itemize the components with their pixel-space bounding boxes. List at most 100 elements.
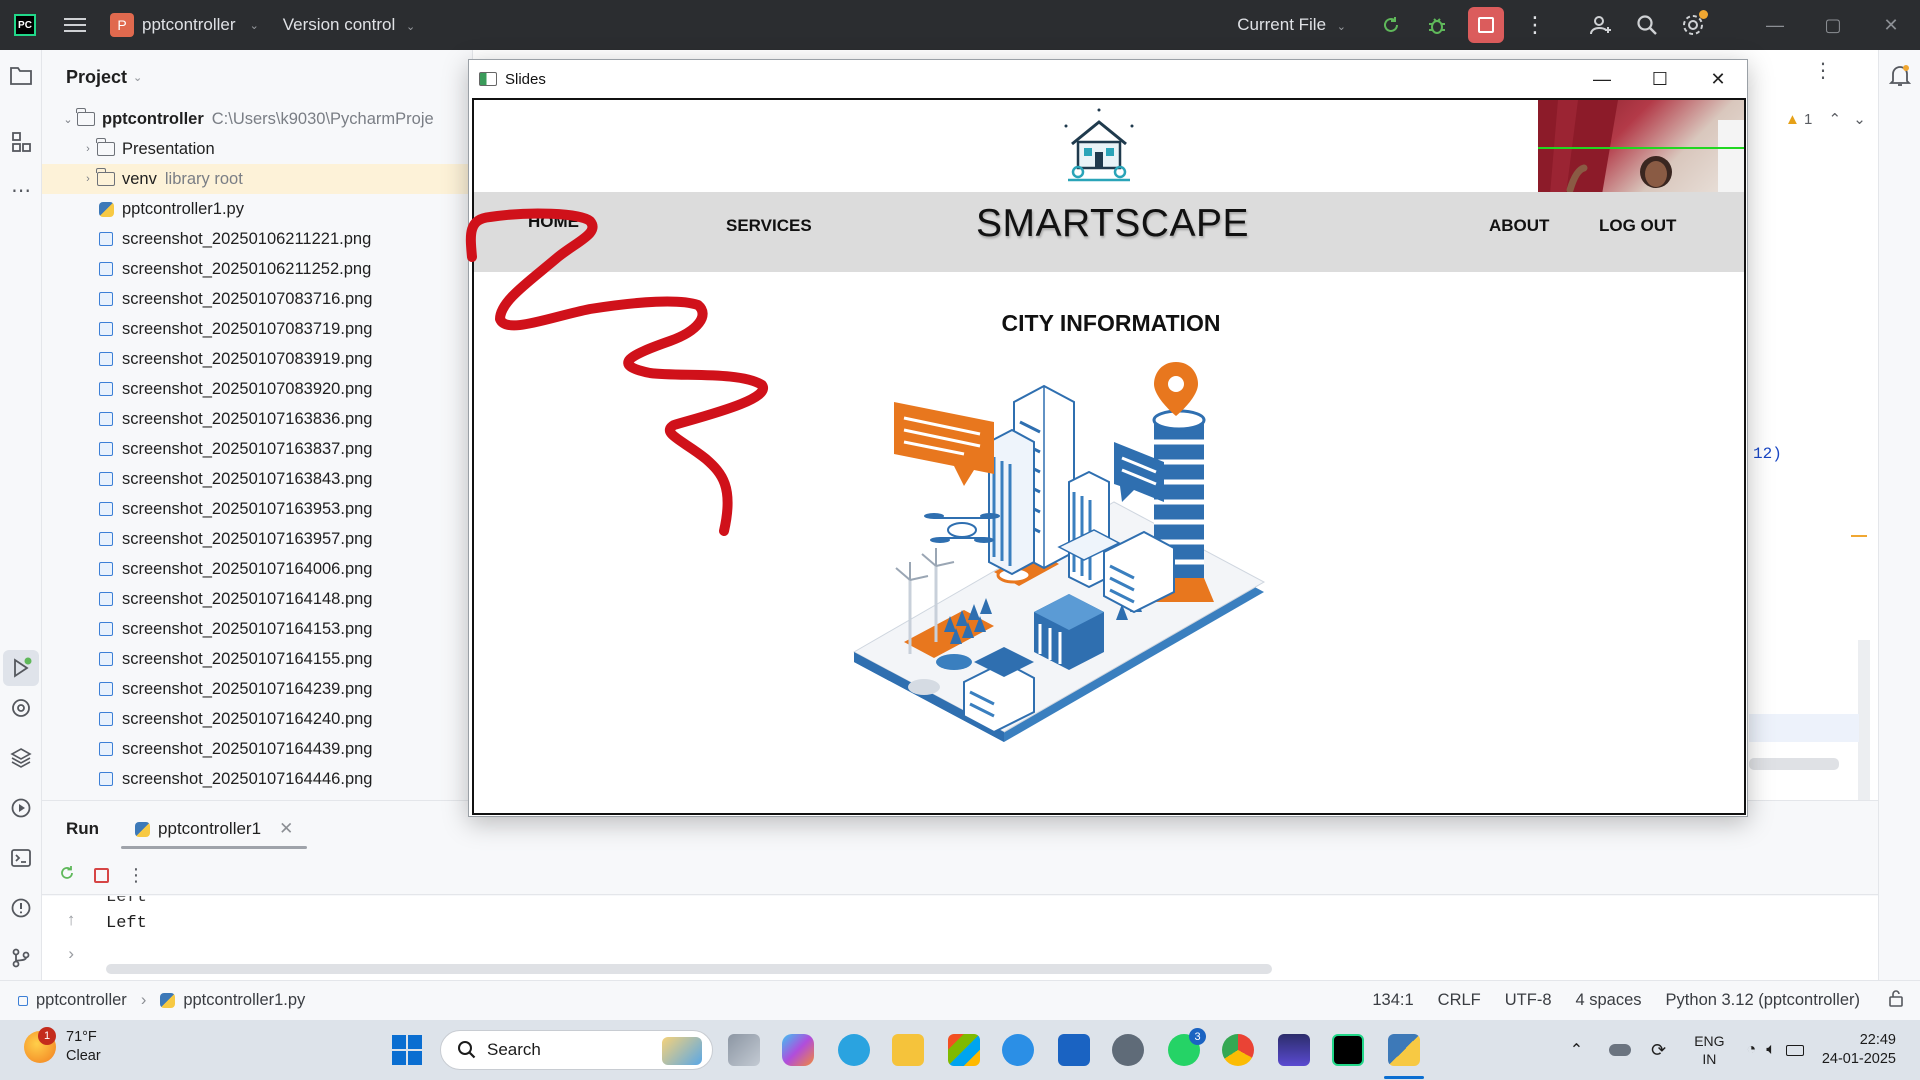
tree-item[interactable]: screenshot_20250107164153.png: [42, 614, 472, 644]
whatsapp-icon[interactable]: 3: [1168, 1028, 1206, 1066]
tree-item[interactable]: screenshot_20250107164155.png: [42, 644, 472, 674]
notifications-bell-icon[interactable]: [1888, 64, 1912, 88]
line-ending[interactable]: CRLF: [1438, 991, 1481, 1010]
tree-item[interactable]: screenshot_20250107083920.png: [42, 374, 472, 404]
slides-minimize-button[interactable]: —: [1573, 60, 1631, 98]
chevron-up-icon[interactable]: ⌃: [1570, 1040, 1583, 1060]
git-branch-icon[interactable]: [9, 946, 33, 970]
more-actions-icon[interactable]: ⋮: [127, 865, 145, 886]
file-encoding[interactable]: UTF-8: [1505, 991, 1552, 1010]
python-app-icon[interactable]: [1388, 1034, 1420, 1066]
editor-hscroll[interactable]: [1749, 758, 1839, 770]
settings-gear-icon[interactable]: [1680, 10, 1708, 38]
wifi-icon[interactable]: ◔: [1747, 1041, 1757, 1059]
tree-item[interactable]: screenshot_20250107164239.png: [42, 674, 472, 704]
editor-more-icon[interactable]: ⋮: [1813, 58, 1833, 83]
stop-icon[interactable]: [94, 868, 109, 883]
tree-item[interactable]: screenshot_20250107083719.png: [42, 314, 472, 344]
chevron-right-icon[interactable]: ›: [66, 946, 76, 965]
copilot-icon[interactable]: [782, 1034, 814, 1066]
tree-item[interactable]: screenshot_20250106211221.png: [42, 224, 472, 254]
more-tools-icon[interactable]: ⋯: [9, 178, 33, 202]
battery-icon[interactable]: [1785, 1044, 1804, 1056]
more-actions-icon[interactable]: ⋮: [1522, 12, 1548, 38]
run-tool-icon[interactable]: [3, 650, 39, 686]
file-explorer-icon[interactable]: [892, 1034, 924, 1066]
python-packages-icon[interactable]: [9, 746, 33, 770]
weather-widget[interactable]: 1 71°F Clear: [24, 1027, 101, 1066]
pycharm-taskbar-icon[interactable]: [1332, 1034, 1364, 1066]
minimize-button[interactable]: —: [1746, 15, 1804, 36]
system-clock[interactable]: 22:49 24-01-2025: [1822, 1031, 1896, 1069]
slides-titlebar[interactable]: Slides: [469, 60, 1747, 98]
start-button[interactable]: [392, 1035, 422, 1065]
nav-logout[interactable]: LOG OUT: [1599, 216, 1676, 236]
project-panel-header[interactable]: Project ⌄: [42, 50, 472, 104]
tree-item[interactable]: pptcontroller1.py: [42, 194, 472, 224]
tree-item[interactable]: screenshot_20250107164148.png: [42, 584, 472, 614]
close-button[interactable]: ✕: [1862, 15, 1920, 36]
slides-close-button[interactable]: ✕: [1689, 60, 1747, 98]
python-console-icon[interactable]: [9, 696, 33, 720]
settings-app-icon[interactable]: [1112, 1034, 1144, 1066]
chrome-icon[interactable]: [1222, 1034, 1254, 1066]
run-config-selector[interactable]: Current File ⌄: [1237, 15, 1346, 35]
main-menu-icon[interactable]: [64, 14, 86, 36]
tree-root[interactable]: ⌄ pptcontroller C:\Users\k9030\PycharmPr…: [42, 104, 472, 134]
tree-item[interactable]: screenshot_20250107083716.png: [42, 284, 472, 314]
lock-icon[interactable]: [1888, 989, 1904, 1012]
search-icon[interactable]: [1634, 12, 1660, 38]
onedrive-icon[interactable]: [1609, 1044, 1632, 1056]
tree-item[interactable]: screenshot_20250107164439.png: [42, 734, 472, 764]
console-hscroll[interactable]: [106, 964, 1272, 974]
inspection-warning[interactable]: ▲ 1 ⌃ ⌄: [1785, 110, 1866, 128]
version-control-menu[interactable]: Version control ⌄: [283, 15, 415, 35]
tree-item[interactable]: screenshot_20250107163957.png: [42, 524, 472, 554]
tree-item[interactable]: screenshot_20250107163843.png: [42, 464, 472, 494]
debug-icon[interactable]: [1424, 12, 1450, 38]
run-console[interactable]: Left Left ↑ ›: [42, 896, 1878, 981]
tree-item[interactable]: › Presentation: [42, 134, 472, 164]
tree-item[interactable]: screenshot_20250106211252.png: [42, 254, 472, 284]
maximize-button[interactable]: ▢: [1804, 15, 1862, 36]
chevron-up-icon[interactable]: ⌃: [1829, 111, 1842, 128]
add-user-icon[interactable]: [1588, 12, 1614, 38]
tree-item[interactable]: screenshot_20250107163953.png: [42, 494, 472, 524]
indent-setting[interactable]: 4 spaces: [1576, 991, 1642, 1010]
python-interpreter[interactable]: Python 3.12 (pptcontroller): [1666, 991, 1860, 1010]
volume-icon[interactable]: 🔈︎: [1766, 1041, 1776, 1059]
sync-icon[interactable]: ⟳: [1651, 1040, 1666, 1061]
nav-about[interactable]: ABOUT: [1489, 216, 1549, 236]
tree-item[interactable]: screenshot_20250107163836.png: [42, 404, 472, 434]
scroll-up-icon[interactable]: ↑: [66, 912, 76, 931]
chevron-right-icon[interactable]: ›: [80, 143, 96, 155]
chevron-right-icon[interactable]: ›: [80, 173, 96, 185]
get-help-icon[interactable]: [1002, 1034, 1034, 1066]
tree-item[interactable]: screenshot_20250107164240.png: [42, 704, 472, 734]
chevron-down-icon[interactable]: ⌄: [1853, 111, 1866, 128]
tree-item[interactable]: › venv library root: [42, 164, 472, 194]
structure-icon[interactable]: [9, 130, 33, 154]
tree-item[interactable]: screenshot_20250107083919.png: [42, 344, 472, 374]
project-folder-icon[interactable]: [9, 63, 33, 87]
stop-button[interactable]: [1468, 7, 1504, 43]
rerun-icon[interactable]: [58, 864, 76, 887]
rerun-icon[interactable]: [1378, 12, 1404, 38]
tree-item[interactable]: screenshot_20250107164006.png: [42, 554, 472, 584]
outlook-icon[interactable]: [1058, 1034, 1090, 1066]
tree-item[interactable]: screenshot_20250107163837.png: [42, 434, 472, 464]
close-tab-icon[interactable]: ✕: [279, 819, 293, 839]
editor-vscroll[interactable]: [1858, 640, 1870, 800]
taskbar-search[interactable]: Search: [440, 1030, 713, 1070]
breadcrumb-project[interactable]: pptcontroller: [36, 991, 127, 1010]
terminal-icon[interactable]: [9, 846, 33, 870]
telegram-icon[interactable]: [838, 1034, 870, 1066]
slides-maximize-button[interactable]: ☐: [1631, 60, 1689, 98]
language-indicator[interactable]: ENG IN: [1694, 1032, 1724, 1068]
eclipse-icon[interactable]: [1278, 1034, 1310, 1066]
run-tab-pptcontroller1[interactable]: pptcontroller1 ✕: [121, 801, 308, 857]
breadcrumb-file[interactable]: pptcontroller1.py: [183, 991, 305, 1010]
caret-position[interactable]: 134:1: [1372, 991, 1413, 1010]
microsoft-store-icon[interactable]: [948, 1034, 980, 1066]
project-switcher[interactable]: P pptcontroller ⌄: [110, 13, 259, 37]
